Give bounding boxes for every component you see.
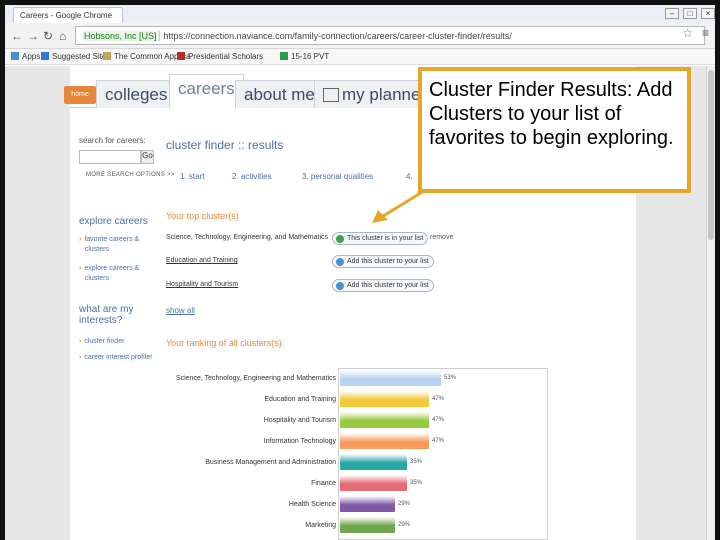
arrow-head	[372, 210, 388, 223]
annotation-callout: Cluster Finder Results: Add Clusters to …	[418, 67, 691, 193]
